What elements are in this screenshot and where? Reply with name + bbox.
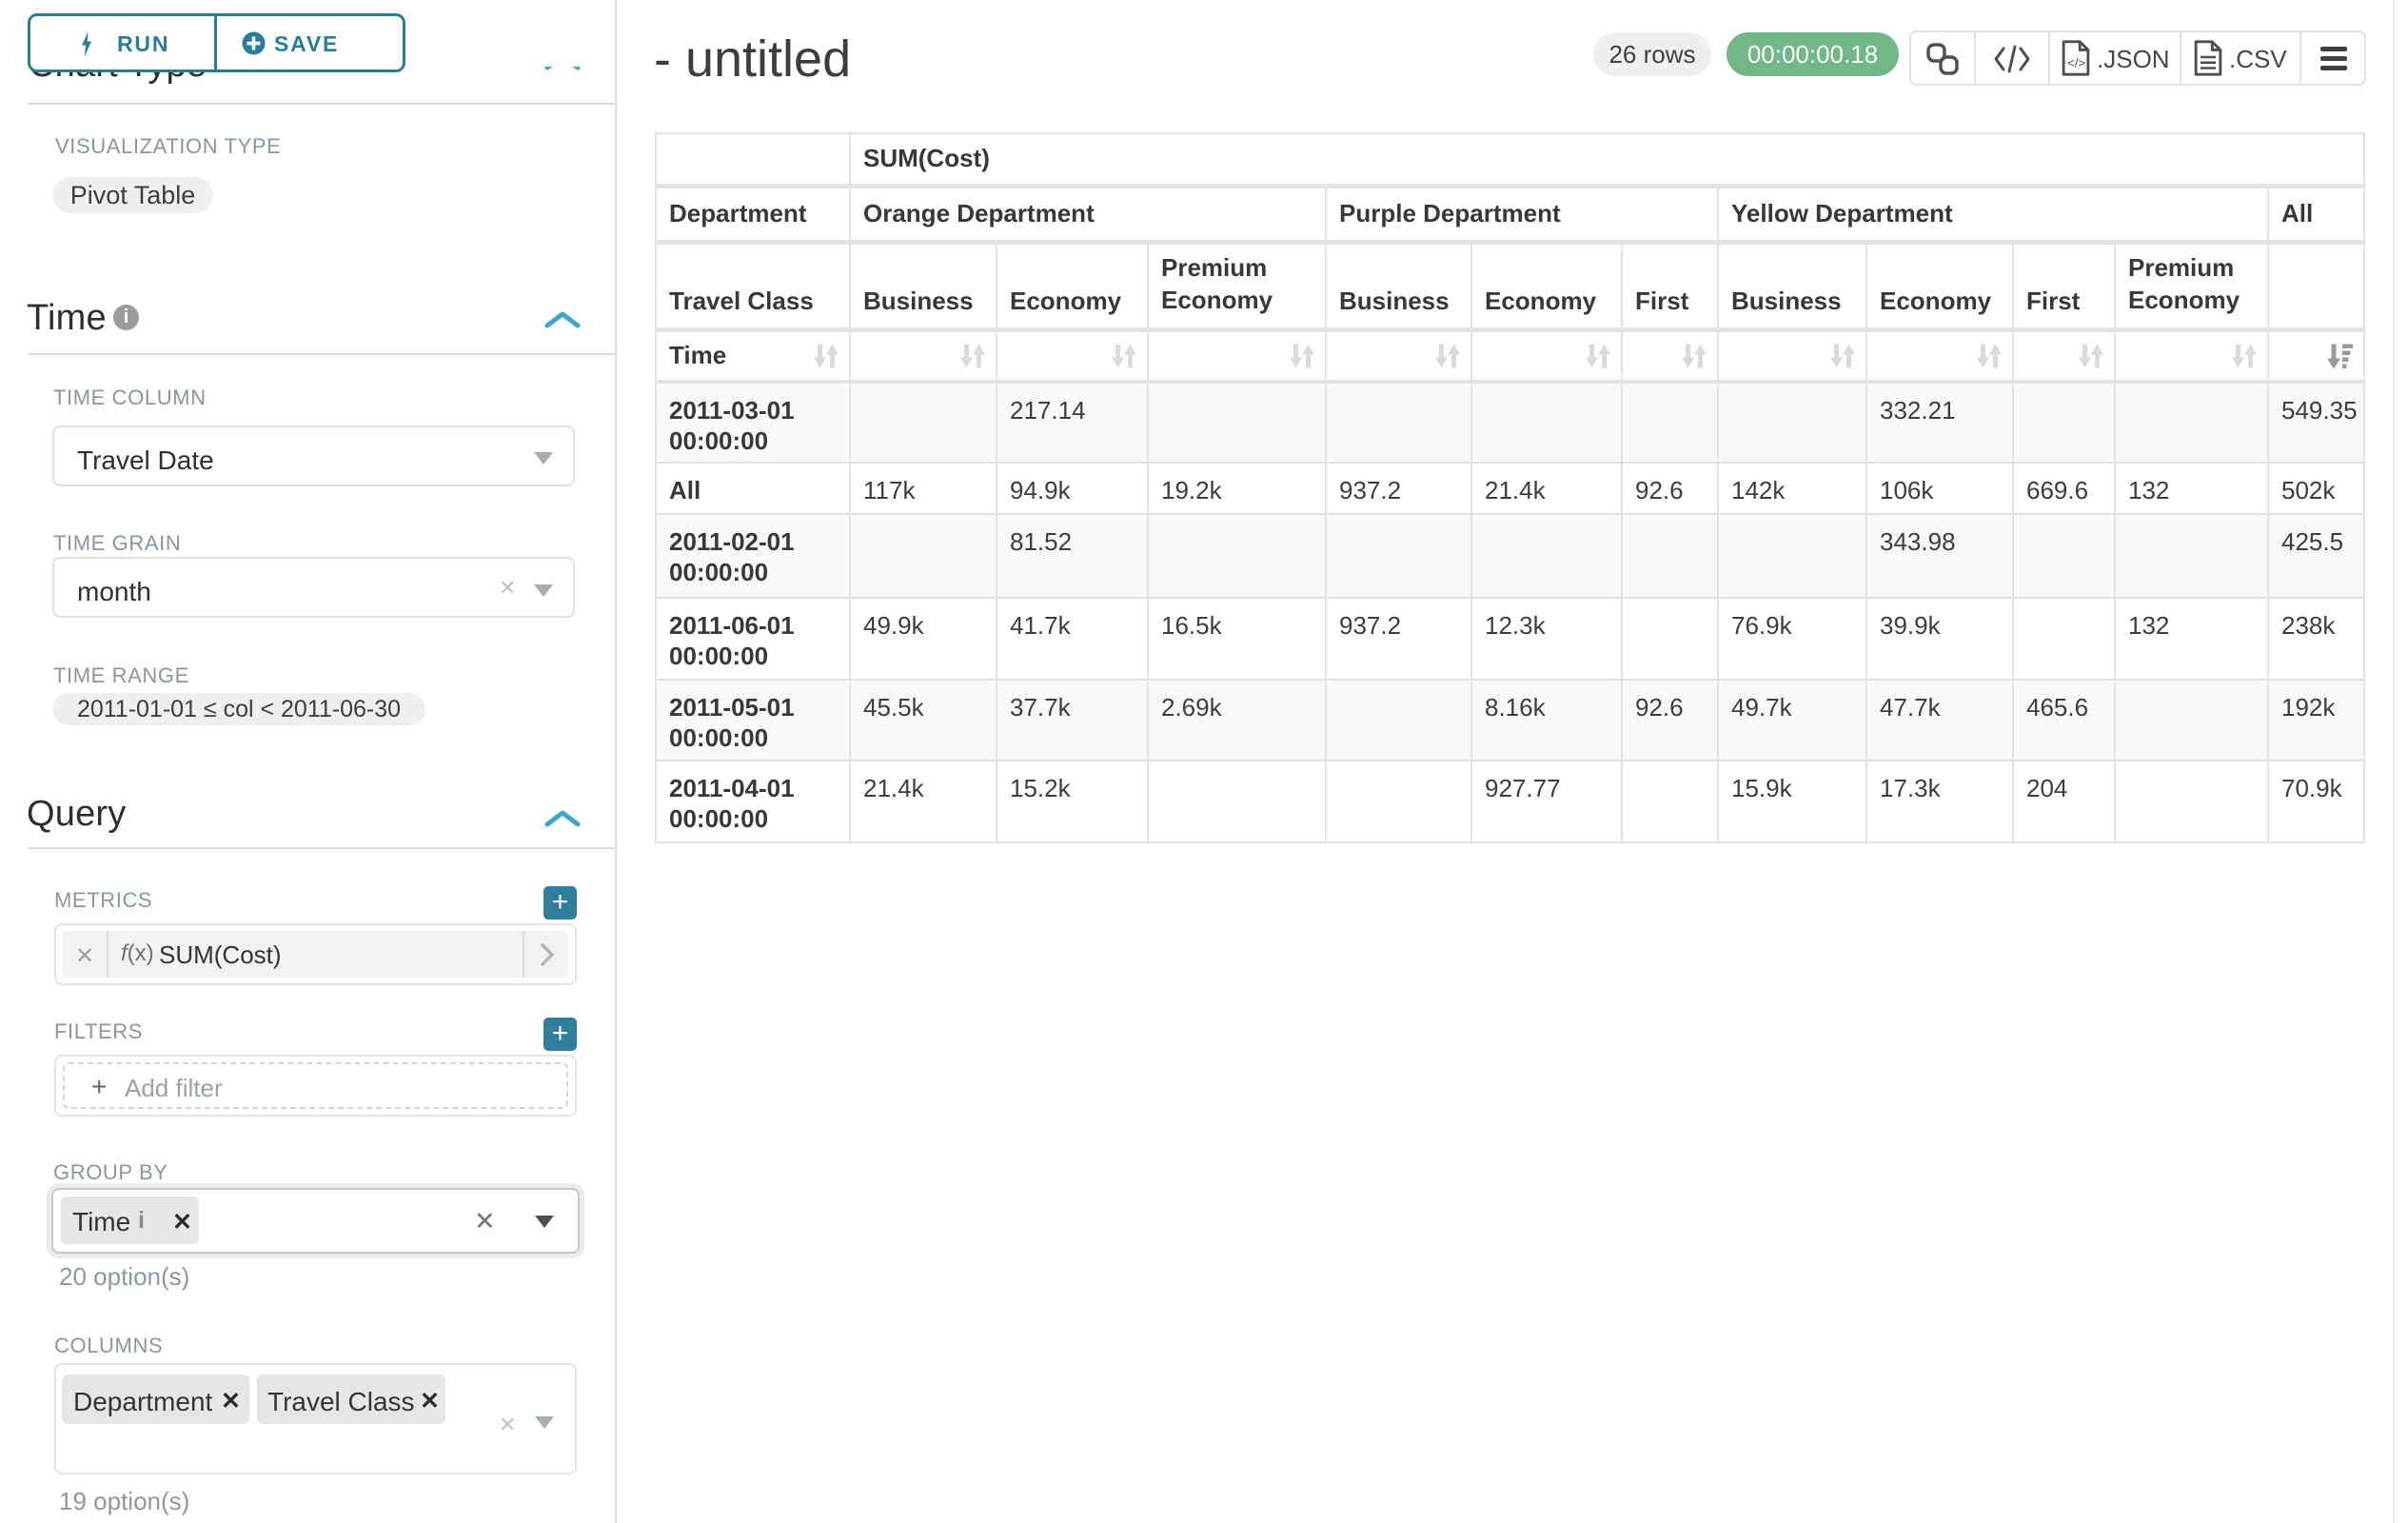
svg-text:</>: </> [2067,56,2085,70]
